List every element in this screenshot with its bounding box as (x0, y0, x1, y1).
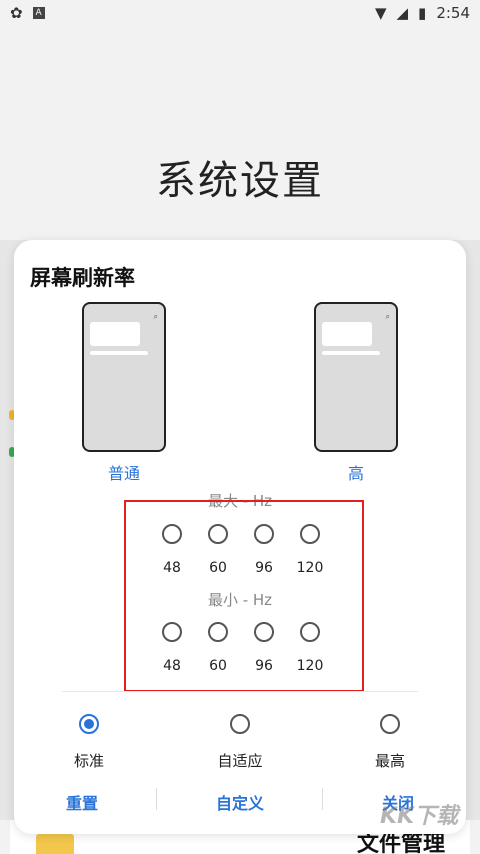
signal-icon: ◢ (396, 4, 409, 22)
option-highest[interactable]: 最高 (340, 714, 440, 771)
preview-card (90, 322, 140, 346)
option-label: 自适应 (217, 752, 263, 770)
action-separator (322, 788, 323, 810)
bug-icon: ✿ (10, 4, 23, 22)
divider (62, 691, 418, 692)
page-title: 系统设置 (156, 158, 324, 204)
mode-normal-label[interactable]: 普通 (108, 460, 140, 484)
phone-preview-high[interactable]: ⌕ (314, 302, 398, 452)
status-left: ✿ A (10, 4, 45, 22)
folder-icon (36, 834, 74, 854)
radio-button[interactable] (79, 714, 99, 734)
wifi-icon: ▼ (374, 4, 387, 22)
action-separator (156, 788, 157, 810)
highlight-box (124, 500, 364, 692)
phone-preview-normal[interactable]: ⌕ (82, 302, 166, 452)
status-time: 2:54 (436, 4, 470, 22)
app-notification-icon: A (32, 7, 45, 19)
radio-selected-dot (84, 719, 94, 729)
status-right: ▼ ◢ ▮ 2:54 (375, 4, 470, 22)
preview-line (90, 351, 148, 355)
option-label: 最高 (374, 752, 405, 770)
search-icon: ⌕ (153, 312, 158, 321)
option-label: 标准 (73, 752, 104, 770)
mode-high-label[interactable]: 高 (348, 460, 364, 484)
option-adaptive[interactable]: 自适应 (190, 714, 290, 771)
dialog-title: 屏幕刷新率 (30, 266, 135, 290)
battery-icon: ▮ (418, 4, 427, 22)
custom-button[interactable]: 自定义 (216, 790, 264, 814)
preview-line (322, 351, 380, 355)
option-standard[interactable]: 标准 (39, 714, 139, 771)
status-bar: ✿ A ▼ ◢ ▮ 2:54 (0, 0, 480, 26)
radio-button[interactable] (380, 714, 400, 734)
preview-card (322, 322, 372, 346)
reset-button[interactable]: 重置 (66, 790, 98, 814)
watermark-logo: KK下载 (380, 804, 459, 829)
radio-button[interactable] (230, 714, 250, 734)
refresh-rate-dialog: 屏幕刷新率 ⌕ ⌕ 普通 高 最大 - Hz 48 60 96 120 最小 -… (14, 240, 466, 834)
search-icon: ⌕ (385, 312, 390, 321)
